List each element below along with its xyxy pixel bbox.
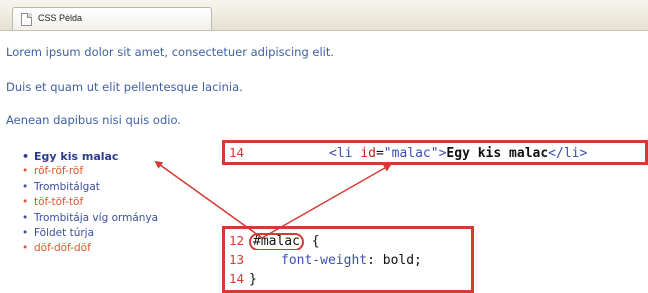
html-tag-open: <li [329,146,353,161]
css-code-box: 12 #malac { 13 font-weight: bold; 14} [222,226,474,293]
css-code-line: 13 font-weight: bold; [225,250,471,269]
html-attr-name: id [360,146,376,161]
line-number: 14 [229,145,245,160]
css-code-line: 14} [225,269,471,288]
page-icon [21,13,32,26]
css-property: font-weight [281,253,368,268]
list-item: Földet túrja [22,226,158,242]
paragraph-2: Duis et quam ut elit pellentesque lacini… [6,80,243,94]
css-code-line: 12 #malac { [225,231,471,251]
html-code-box: 14 <li id="malac">Egy kis malac</li> [222,140,648,165]
line-number: 12 [229,233,245,248]
line-number: 13 [229,252,245,267]
paragraph-3: Aenean dapibus nisi quis odio. [6,113,181,127]
list-item-malac: Egy kis malac [22,149,158,165]
list-item: döf-döf-döf [22,241,158,257]
css-brace-open: { [303,234,320,249]
paragraph-1: Lorem ipsum dolor sit amet, consectetuer… [6,45,335,59]
html-attr-value: "malac" [383,146,439,161]
tab-title: CSS Példa [38,13,83,23]
html-tag-close: </li> [548,146,588,161]
css-selector-highlight: #malac [249,233,304,251]
browser-tab[interactable]: CSS Példa [12,7,212,30]
css-value: : bold; [367,253,422,268]
css-brace-close: } [249,272,257,287]
html-code-line: 14 <li id="malac">Egy kis malac</li> [225,143,645,162]
html-text: Egy kis malac [446,146,549,161]
line-number: 14 [229,271,245,286]
list-item: röf-röf-röf [22,164,158,180]
bullet-list: Egy kis malac röf-röf-röf Trombitálgat t… [22,149,158,257]
html-attr-eq: = [375,146,384,161]
browser-tab-bar: CSS Példa [0,0,648,31]
list-item: Trombitálgat [22,180,158,196]
list-item: Trombitája víg ormánya [22,211,158,227]
list-item: töf-töf-töf [22,195,158,211]
